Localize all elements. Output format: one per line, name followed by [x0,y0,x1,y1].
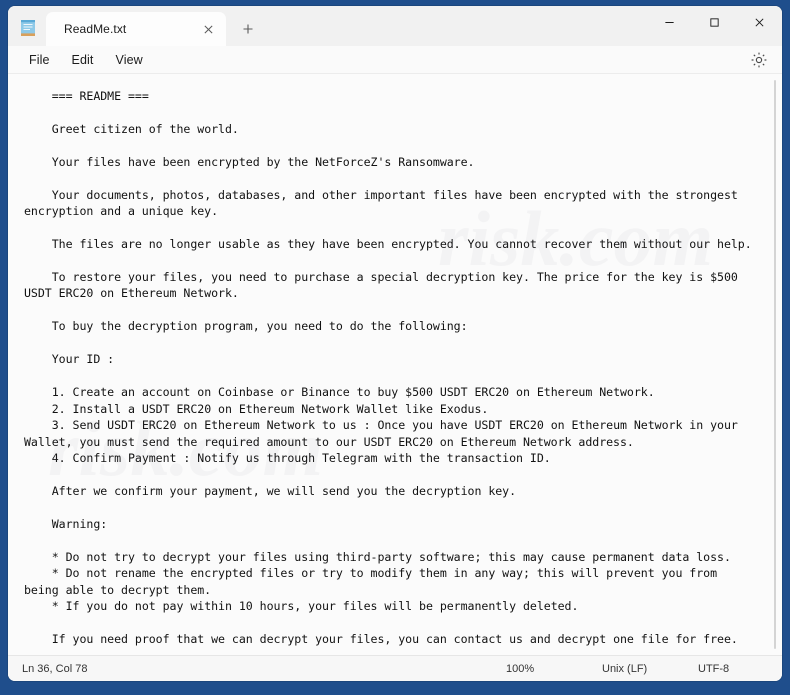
encoding[interactable]: UTF-8 [686,663,782,675]
notepad-window: ReadMe.txt File Edit View risk.com risk.… [8,6,782,681]
new-tab-button[interactable] [234,16,262,42]
zoom-level[interactable]: 100% [494,663,590,675]
notepad-icon [18,18,38,38]
maximize-button[interactable] [692,6,737,38]
text-editor[interactable]: === README === Greet citizen of the worl… [8,74,768,655]
close-button[interactable] [737,6,782,38]
menu-item-edit[interactable]: Edit [61,50,105,70]
menu-bar: File Edit View [8,46,782,74]
scrollbar-track[interactable] [774,80,776,649]
window-controls [647,6,782,38]
editor-area: risk.com risk.com === README === Greet c… [8,74,782,655]
tab-title: ReadMe.txt [64,22,127,36]
tab-strip: ReadMe.txt [46,12,262,46]
title-bar: ReadMe.txt [8,6,782,46]
status-bar: Ln 36, Col 78 100% Unix (LF) UTF-8 [8,655,782,681]
tab-readme[interactable]: ReadMe.txt [46,12,226,46]
menu-item-view[interactable]: View [105,50,154,70]
tab-close-icon[interactable] [194,16,222,42]
cursor-position: Ln 36, Col 78 [22,662,88,675]
line-ending[interactable]: Unix (LF) [590,663,686,675]
vertical-scrollbar[interactable] [768,74,782,655]
minimize-button[interactable] [647,6,692,38]
gear-icon[interactable] [750,51,768,69]
menu-item-file[interactable]: File [18,50,61,70]
